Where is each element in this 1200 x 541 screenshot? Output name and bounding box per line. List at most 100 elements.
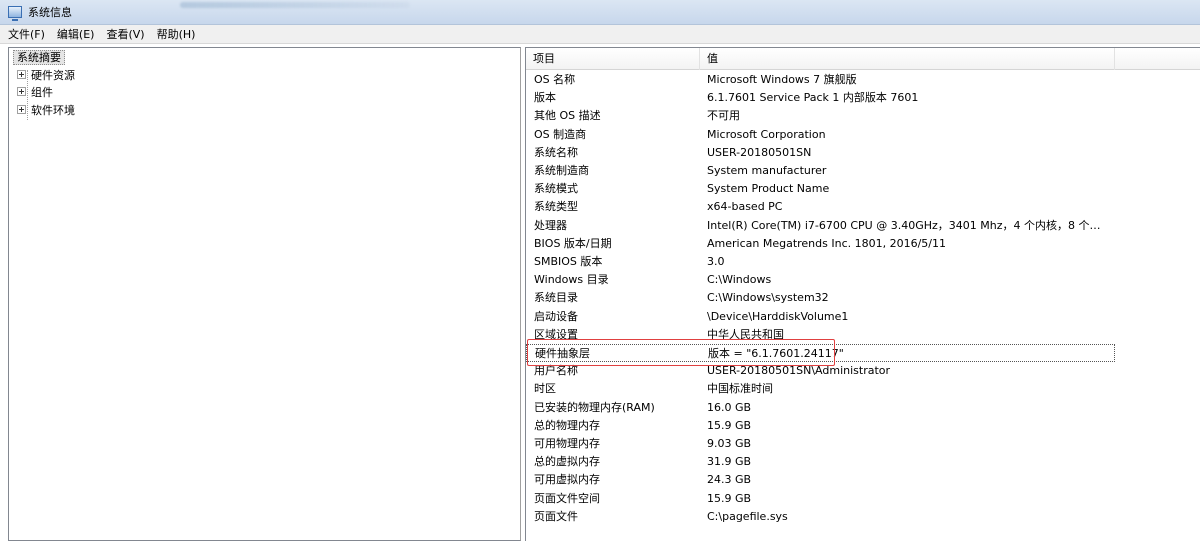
item-cell: 可用物理内存: [534, 437, 600, 450]
column-header-filler: [1115, 48, 1200, 70]
item-cell: 已安装的物理内存(RAM): [534, 400, 655, 414]
value-cell: 版本 = "6.1.7601.24117": [708, 347, 844, 360]
value-cell: C:\Windows: [707, 273, 772, 287]
item-cell: 处理器: [534, 218, 567, 232]
tree-item-label: 组件: [31, 85, 53, 99]
tree-item-software-environment[interactable]: 软件环境: [17, 102, 75, 117]
value-cell: 不可用: [707, 109, 740, 123]
table-row[interactable]: 时区 中国标准时间: [526, 380, 1115, 398]
column-header-item[interactable]: 项目: [526, 48, 700, 70]
value-cell: C:\Windows\system32: [707, 291, 829, 305]
table-row[interactable]: 可用物理内存 9.03 GB: [526, 435, 1115, 453]
menu-bar: 文件(F) 编辑(E) 查看(V) 帮助(H): [0, 25, 1200, 44]
column-header-value[interactable]: 值: [700, 48, 1115, 70]
tree-item-system-summary[interactable]: 系统摘要: [13, 50, 65, 65]
table-row[interactable]: 系统名称 USER-20180501SN: [526, 144, 1115, 162]
table-row[interactable]: 系统目录 C:\Windows\system32: [526, 289, 1115, 307]
tree-item-hardware-resources[interactable]: 硬件资源: [17, 67, 75, 82]
item-cell: 系统类型: [534, 200, 578, 214]
item-cell: 系统模式: [534, 182, 578, 196]
value-cell: USER-20180501SN\Administrator: [707, 364, 891, 378]
item-cell: Windows 目录: [534, 273, 609, 287]
window-title: 系统信息: [28, 6, 72, 19]
system-info-icon: [8, 6, 22, 21]
item-cell: 其他 OS 描述: [534, 109, 601, 123]
menu-file[interactable]: 文件(F): [8, 26, 45, 42]
item-cell: 启动设备: [534, 309, 578, 323]
table-row[interactable]: 区域设置 中华人民共和国: [526, 326, 1115, 344]
list-header: 项目 值: [526, 48, 1200, 70]
table-row[interactable]: 启动设备 \Device\HarddiskVolume1: [526, 308, 1115, 326]
value-cell: 16.0 GB: [707, 400, 752, 414]
item-cell: 页面文件空间: [534, 491, 600, 505]
item-cell: SMBIOS 版本: [534, 255, 603, 268]
item-cell: 系统名称: [534, 145, 578, 159]
value-cell: 中国标准时间: [707, 382, 773, 396]
tree-item-components[interactable]: 组件: [17, 84, 53, 99]
table-row[interactable]: 页面文件空间 15.9 GB: [526, 490, 1115, 508]
value-cell: Intel(R) Core(TM) i7-6700 CPU @ 3.40GHz，…: [707, 218, 1111, 232]
value-cell: 24.3 GB: [707, 473, 752, 487]
table-row[interactable]: 系统类型 x64-based PC: [526, 198, 1115, 216]
table-row[interactable]: 页面文件 C:\pagefile.sys: [526, 508, 1115, 526]
item-cell: 系统目录: [534, 291, 578, 305]
table-row[interactable]: 其他 OS 描述 不可用: [526, 107, 1115, 125]
table-row[interactable]: BIOS 版本/日期 American Megatrends Inc. 1801,…: [526, 235, 1115, 253]
item-cell: OS 名称: [534, 73, 576, 86]
item-cell: 总的物理内存: [534, 418, 600, 432]
table-row[interactable]: 处理器 Intel(R) Core(TM) i7-6700 CPU @ 3.40G…: [526, 217, 1115, 235]
table-row[interactable]: Windows 目录 C:\Windows: [526, 271, 1115, 289]
value-cell: System manufacturer: [707, 164, 827, 177]
value-cell: \Device\HarddiskVolume1: [707, 309, 849, 323]
table-row[interactable]: OS 名称 Microsoft Windows 7 旗舰版: [526, 71, 1115, 89]
table-row[interactable]: 可用虚拟内存 24.3 GB: [526, 471, 1115, 489]
value-cell: American Megatrends Inc. 1801, 2016/5/11: [707, 236, 947, 250]
table-row[interactable]: 已安装的物理内存(RAM) 16.0 GB: [526, 399, 1115, 417]
value-cell: Microsoft Windows 7 旗舰版: [707, 73, 857, 86]
item-cell: 时区: [534, 382, 556, 396]
item-cell: OS 制造商: [534, 127, 587, 141]
table-row[interactable]: 用户名称 USER-20180501SN\Administrator: [526, 362, 1115, 380]
value-cell: USER-20180501SN: [707, 145, 812, 159]
tree-item-label: 软件环境: [31, 103, 75, 117]
item-cell: BIOS 版本/日期: [534, 236, 612, 250]
details-list[interactable]: 项目 值 OS 名称 Microsoft Windows 7 旗舰版版本 6.1.7…: [525, 47, 1200, 541]
menu-view[interactable]: 查看(V): [106, 26, 144, 42]
item-cell: 区域设置: [534, 327, 578, 341]
table-row[interactable]: OS 制造商 Microsoft Corporation: [526, 126, 1115, 144]
expand-plus-icon[interactable]: [17, 87, 26, 96]
value-cell: 6.1.7601 Service Pack 1 内部版本 7601: [707, 91, 919, 105]
value-cell: 31.9 GB: [707, 455, 752, 469]
item-cell: 硬件抽象层: [535, 347, 590, 360]
table-row[interactable]: 总的物理内存 15.9 GB: [526, 417, 1115, 435]
menu-edit[interactable]: 编辑(E): [57, 26, 95, 42]
expand-plus-icon[interactable]: [17, 70, 26, 79]
table-row[interactable]: SMBIOS 版本 3.0: [526, 253, 1115, 271]
item-cell: 系统制造商: [534, 164, 589, 177]
title-bar[interactable]: 系统信息: [0, 0, 1200, 25]
value-cell: 15.9 GB: [707, 418, 752, 432]
value-cell: C:\pagefile.sys: [707, 509, 788, 523]
value-cell: Microsoft Corporation: [707, 127, 826, 141]
item-cell: 用户名称: [534, 364, 578, 378]
value-cell: 3.0: [707, 255, 725, 268]
blurred-titlebar-region: [180, 2, 410, 8]
table-row[interactable]: 系统制造商 System manufacturer: [526, 162, 1115, 180]
table-row[interactable]: 系统模式 System Product Name: [526, 180, 1115, 198]
item-cell: 版本: [534, 91, 556, 105]
value-cell: 15.9 GB: [707, 491, 752, 505]
value-cell: 中华人民共和国: [707, 327, 784, 341]
item-cell: 页面文件: [534, 509, 578, 523]
tree-item-label: 硬件资源: [31, 68, 75, 82]
value-cell: System Product Name: [707, 182, 830, 196]
menu-help[interactable]: 帮助(H): [157, 26, 196, 42]
table-row[interactable]: 总的虚拟内存 31.9 GB: [526, 453, 1115, 471]
value-cell: 9.03 GB: [707, 437, 752, 450]
item-cell: 总的虚拟内存: [534, 455, 600, 469]
expand-plus-icon[interactable]: [17, 105, 26, 114]
category-tree[interactable]: 系统摘要 硬件资源 组件 软件环境: [8, 47, 521, 541]
table-row[interactable]: 硬件抽象层 版本 = "6.1.7601.24117": [526, 344, 1115, 363]
value-cell: x64-based PC: [707, 200, 783, 214]
item-cell: 可用虚拟内存: [534, 473, 600, 487]
table-row[interactable]: 版本 6.1.7601 Service Pack 1 内部版本 7601: [526, 89, 1115, 107]
